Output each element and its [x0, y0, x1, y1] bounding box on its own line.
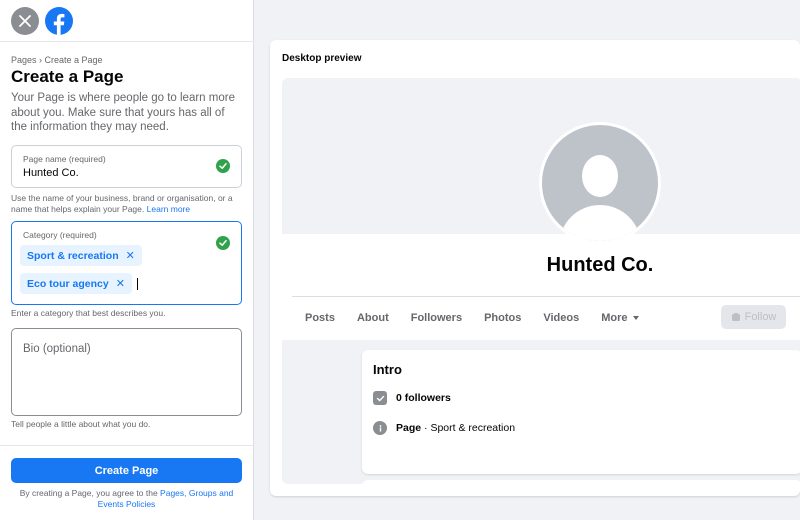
intro-title: Intro	[373, 362, 402, 377]
terms-prefix: By creating a Page, you agree to the	[19, 488, 158, 498]
follow-label: Follow	[744, 311, 777, 323]
top-bar	[0, 0, 254, 42]
followers-icon	[373, 391, 387, 405]
desktop-preview-card: Desktop preview Hunted Co. Posts About F…	[270, 40, 800, 496]
remove-chip-icon[interactable]: ✕	[116, 277, 125, 290]
terms-text: By creating a Page, you agree to the Pag…	[11, 488, 242, 510]
avatar-head-shape	[582, 155, 618, 197]
facebook-logo-icon[interactable]	[45, 7, 73, 35]
tab-about[interactable]: About	[357, 312, 389, 324]
divider	[0, 445, 254, 446]
breadcrumb: Pages › Create a Page	[11, 55, 103, 65]
intro-card: Intro 0 followers Page · Sport & recreat…	[362, 350, 800, 474]
page-category-row: Page · Sport & recreation	[373, 421, 515, 435]
bio-help: Tell people a little about what you do.	[11, 419, 151, 429]
nav-divider	[292, 296, 800, 297]
page-type-label: Page	[396, 422, 422, 434]
followers-row: 0 followers	[373, 391, 451, 405]
page-name-help: Use the name of your business, brand or …	[11, 193, 246, 215]
info-icon	[373, 421, 387, 435]
text-cursor	[137, 278, 138, 290]
page-name-label: Page name (required)	[23, 154, 106, 164]
page-title: Create a Page	[11, 67, 124, 86]
page-name-help-text: Use the name of your business, brand or …	[11, 193, 233, 214]
check-icon	[216, 159, 230, 173]
tab-photos[interactable]: Photos	[484, 312, 521, 324]
close-icon	[19, 15, 31, 27]
intro-text: Your Page is where people go to learn mo…	[11, 92, 235, 133]
avatar-body-shape	[559, 205, 641, 241]
page-name-value[interactable]: Hunted Co.	[23, 167, 79, 179]
cover-photo	[282, 78, 800, 234]
page-category-text: · Sport & recreation	[421, 422, 516, 434]
caret-down-icon	[632, 316, 639, 320]
profile-picture	[539, 122, 661, 244]
preview-label: Desktop preview	[282, 53, 362, 64]
close-button[interactable]	[11, 7, 39, 35]
page-name-field[interactable]: Page name (required) Hunted Co.	[11, 145, 242, 188]
create-page-panel: Pages › Create a Page Create a Page Your…	[0, 0, 254, 520]
preview-page-name: Hunted Co.	[546, 254, 654, 276]
tab-followers[interactable]: Followers	[411, 312, 462, 324]
check-icon	[216, 236, 230, 250]
tab-posts[interactable]: Posts	[305, 312, 335, 324]
category-field[interactable]: Category (required) Sport & recreation ✕…	[11, 221, 242, 305]
tab-more-label: More	[601, 312, 628, 324]
category-label: Category (required)	[23, 230, 97, 240]
follow-icon	[731, 313, 740, 321]
category-chip-label: Sport & recreation	[27, 249, 119, 262]
category-chip: Eco tour agency ✕	[20, 273, 132, 294]
bio-textarea[interactable]: Bio (optional)	[11, 328, 242, 416]
tab-videos[interactable]: Videos	[543, 312, 579, 324]
learn-more-link[interactable]: Learn more	[147, 204, 190, 214]
followers-count: 0 followers	[396, 392, 451, 404]
tab-more[interactable]: More	[601, 312, 639, 324]
preview-frame: Hunted Co. Posts About Followers Photos …	[282, 78, 800, 484]
category-chip: Sport & recreation ✕	[20, 245, 142, 266]
remove-chip-icon[interactable]: ✕	[126, 249, 135, 262]
follow-button[interactable]: Follow	[721, 305, 786, 329]
page-tabs: Posts About Followers Photos Videos More	[305, 312, 662, 324]
next-card	[362, 480, 800, 484]
category-chip-label: Eco tour agency	[27, 277, 109, 290]
bio-placeholder: Bio (optional)	[23, 343, 91, 355]
category-help: Enter a category that best describes you…	[11, 308, 166, 318]
create-page-button[interactable]: Create Page	[11, 458, 242, 483]
